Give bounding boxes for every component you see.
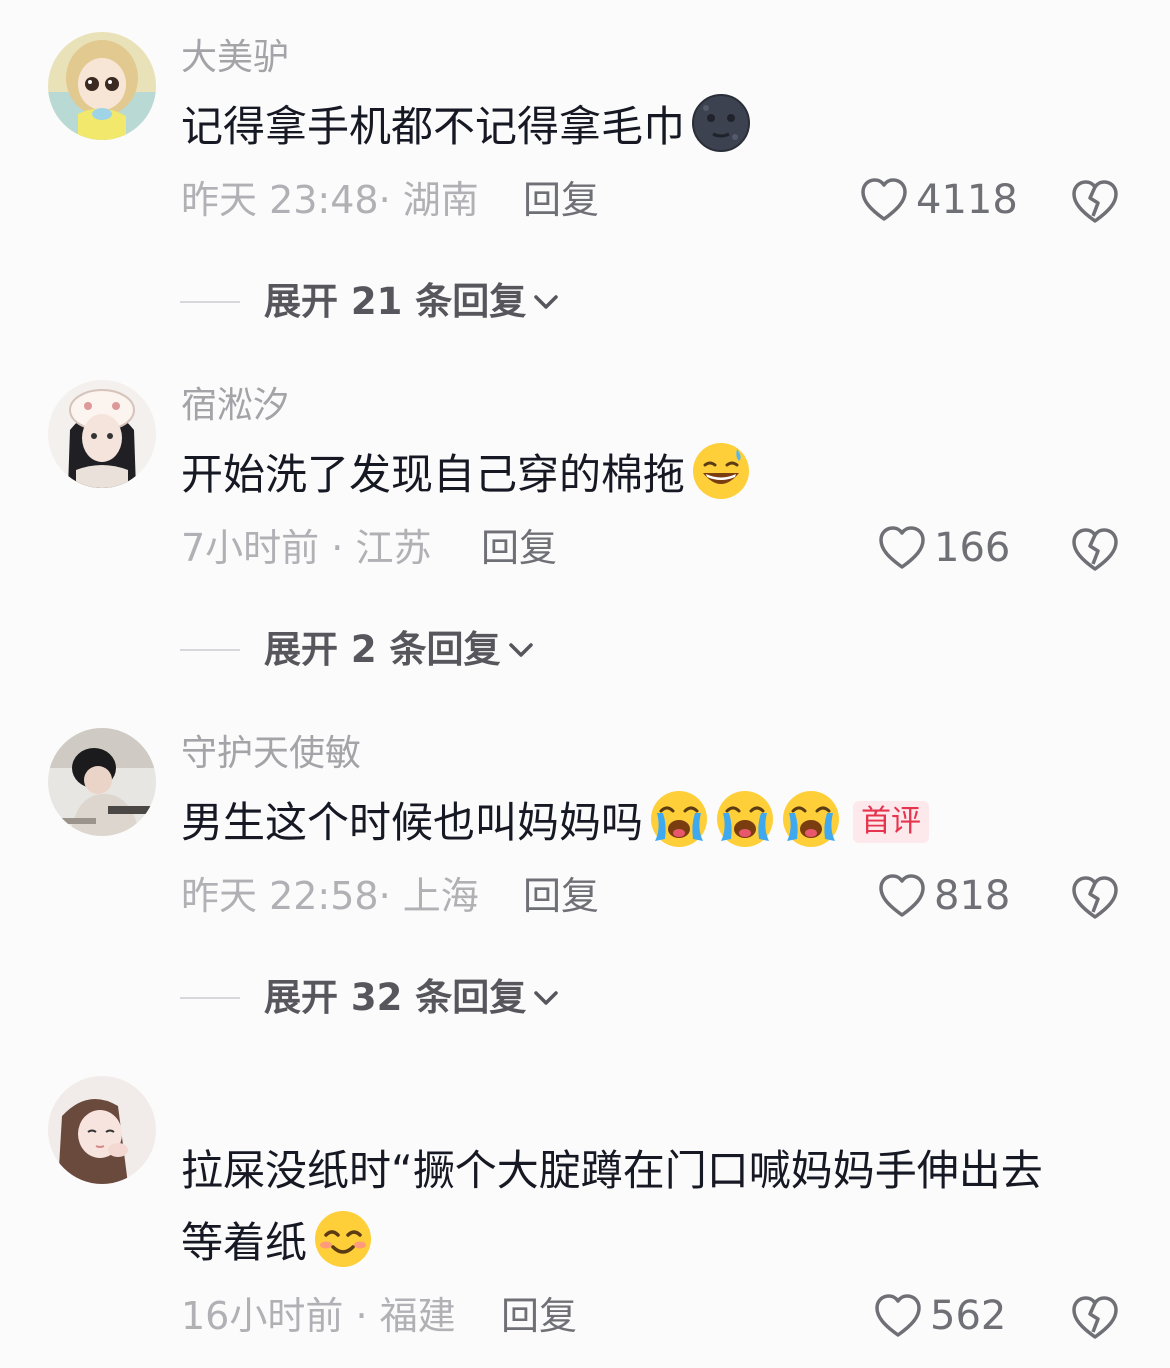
like-button[interactable]: 166	[878, 524, 1010, 572]
comment-text-content: 开始洗了发现自己穿的棉拖	[181, 450, 686, 499]
expand-replies[interactable]: 展开 2 条回复	[180, 628, 537, 672]
avatar[interactable]	[48, 728, 156, 836]
crying-face-icon	[649, 789, 709, 849]
comment-meta: 昨天 23:48· 湖南	[181, 176, 479, 224]
expand-replies[interactable]: 展开 32 条回复	[180, 976, 562, 1020]
avatar[interactable]	[48, 1076, 156, 1184]
crying-face-icon	[715, 789, 775, 849]
broken-heart-icon	[1072, 876, 1118, 919]
broken-heart-icon	[1072, 180, 1118, 223]
heart-icon	[875, 1294, 921, 1337]
comment-item: 守护天使敏 男生这个时候也叫妈妈吗 首评 昨天 22:58· 上海 回复 818…	[0, 696, 1170, 1026]
dislike-button[interactable]	[1070, 1292, 1120, 1342]
heart-icon	[861, 178, 907, 221]
timestamp: 昨天 22:58	[181, 874, 379, 918]
comment-text-line-1: 拉屎没纸时“撅个大腚蹲在门口喊妈妈手伸出去	[181, 1146, 1043, 1195]
grinning-sweat-face-icon	[691, 441, 751, 501]
location: · 湖南	[378, 178, 479, 222]
chevron-down-icon	[534, 295, 559, 309]
divider	[180, 997, 240, 999]
comment-item: 宿淞汐 开始洗了发现自己穿的棉拖 7小时前 · 江苏 回复 166 展开 2 条…	[0, 348, 1170, 678]
like-count: 562	[930, 1293, 1007, 1339]
first-comment-badge: 首评	[853, 801, 930, 843]
divider	[180, 649, 240, 651]
expand-replies-label: 展开 32 条回复	[264, 976, 527, 1019]
username[interactable]: 大美驴	[181, 36, 289, 80]
location: · 江苏	[331, 526, 432, 570]
like-button[interactable]: 4118	[860, 176, 1018, 224]
new-moon-face-icon	[691, 93, 751, 153]
comment-text: 等着纸	[181, 1208, 373, 1278]
username[interactable]: 守护天使敏	[181, 732, 361, 776]
comment-text: 记得拿手机都不记得拿毛巾	[181, 92, 751, 162]
like-button[interactable]: 818	[878, 872, 1010, 920]
chevron-down-icon	[508, 643, 533, 657]
dislike-button[interactable]	[1070, 524, 1120, 574]
reply-button[interactable]: 回复	[523, 176, 599, 224]
like-button[interactable]: 562	[874, 1292, 1006, 1340]
comment-meta: 16小时前 · 福建	[181, 1292, 456, 1340]
location: · 上海	[378, 874, 479, 918]
comment-text-content: 男生这个时候也叫妈妈吗	[181, 798, 644, 847]
like-count: 818	[934, 873, 1011, 919]
divider	[180, 301, 240, 303]
reply-button[interactable]: 回复	[481, 524, 557, 572]
timestamp: 16小时前	[181, 1294, 344, 1338]
comment-item: 拉屎没纸时“撅个大腚蹲在门口喊妈妈手伸出去 等着纸 16小时前 · 福建 回复 …	[0, 1044, 1170, 1368]
heart-icon	[879, 874, 925, 917]
comment-text-content: 记得拿手机都不记得拿毛巾	[181, 102, 686, 151]
dislike-button[interactable]	[1070, 872, 1120, 922]
avatar[interactable]	[48, 380, 156, 488]
timestamp: 7小时前	[181, 526, 320, 570]
expand-replies-label: 展开 2 条回复	[264, 628, 501, 671]
like-count: 166	[934, 525, 1011, 571]
crying-face-icon	[781, 789, 841, 849]
avatar[interactable]	[48, 32, 156, 140]
reply-button[interactable]: 回复	[501, 1292, 577, 1340]
smiling-face-icon	[313, 1209, 373, 1269]
broken-heart-icon	[1072, 1296, 1118, 1339]
comment-text-line-2: 等着纸	[181, 1218, 308, 1267]
like-count: 4118	[916, 177, 1018, 223]
comment-text: 开始洗了发现自己穿的棉拖	[181, 440, 751, 510]
comment-meta: 昨天 22:58· 上海	[181, 872, 479, 920]
location: · 福建	[355, 1294, 456, 1338]
comment-meta: 7小时前 · 江苏	[181, 524, 431, 572]
comment-text: 拉屎没纸时“撅个大腚蹲在门口喊妈妈手伸出去	[181, 1136, 1043, 1206]
comment-item: 大美驴 记得拿手机都不记得拿毛巾 昨天 23:48· 湖南 回复 4118 展开…	[0, 0, 1170, 330]
broken-heart-icon	[1072, 528, 1118, 571]
comment-text: 男生这个时候也叫妈妈吗 首评	[181, 788, 930, 858]
expand-replies[interactable]: 展开 21 条回复	[180, 280, 562, 324]
heart-icon	[879, 526, 925, 569]
reply-button[interactable]: 回复	[523, 872, 599, 920]
timestamp: 昨天 23:48	[181, 178, 379, 222]
username[interactable]: 宿淞汐	[181, 384, 289, 428]
expand-replies-label: 展开 21 条回复	[264, 280, 527, 323]
dislike-button[interactable]	[1070, 176, 1120, 226]
chevron-down-icon	[534, 991, 559, 1005]
